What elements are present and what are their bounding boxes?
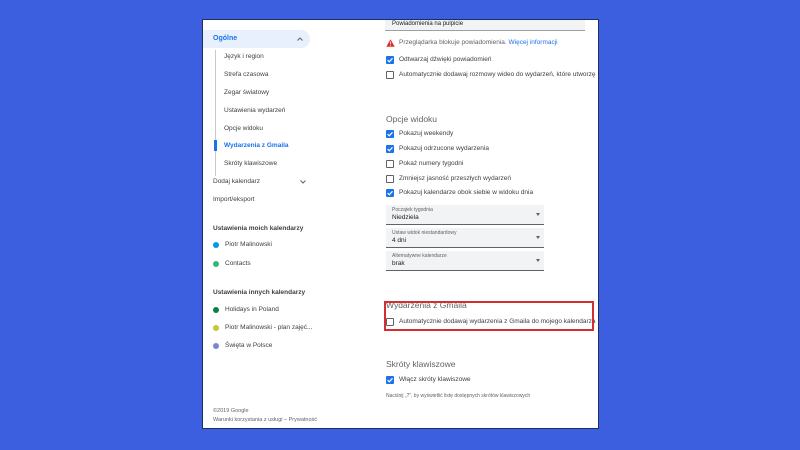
more-info-link[interactable]: Więcej informacji [509,39,558,46]
notification-select-value: Powiadomienia na pulpicie [392,21,464,27]
option-label: Automatycznie dodawaj rozmowy wideo do w… [399,71,596,78]
sidebar-item-world-clock[interactable]: Zegar światowy [224,89,269,96]
sidebar-item-timezone[interactable]: Strefa czasowa [224,71,268,78]
option-label: Zmniejsz jasność przeszłych wydarzeń [399,175,511,182]
shortcuts-title: Skróty klawiszowe [386,359,456,369]
option-label: Pokazuj weekendy [399,130,454,137]
option-label: Pokaż numery tygodni [399,160,464,167]
calendar-color-dot [213,343,219,349]
sidebar-item-language[interactable]: Język i region [224,53,264,60]
checkbox-checked[interactable] [386,56,394,64]
checkbox-checked[interactable] [386,189,394,197]
select-label: Początek tygodnia [392,207,433,213]
select-value: brak [392,260,405,267]
calendar-color-dot [213,325,219,331]
custom-view-select[interactable]: Ustaw widok niestandardowy 4 dni [386,228,544,248]
warning-icon [386,39,395,47]
settings-main: Powiadomienia na pulpicie Przeglądarka b… [378,20,598,428]
sidebar-item-add-calendar[interactable]: Dodaj kalendarz [213,178,260,185]
option-label: Pokazuj odrzucone wydarzenia [399,145,489,152]
notification-select[interactable]: Powiadomienia na pulpicie [385,20,585,31]
alternate-calendars-select[interactable]: Alternatywne kalendarze brak [386,251,544,271]
chevron-up-icon[interactable] [296,35,304,43]
calendar-item-label: Holidays in Poland [225,306,279,313]
select-value: Niedziela [392,214,419,221]
checkbox-unchecked[interactable] [386,71,394,79]
calendar-color-dot [213,261,219,267]
settings-sidebar: Ogólne Język i region Strefa czasowa Zeg… [203,20,323,428]
sidebar-item-general-label: Ogólne [213,35,238,42]
checkbox-checked[interactable] [386,130,394,138]
dropdown-arrow-icon [536,213,540,216]
footer-copyright: ©2019 Google [213,408,249,414]
sidebar-item-view-options[interactable]: Opcje widoku [224,125,263,132]
other-calendars-heading: Ustawienia innych kalendarzy [213,289,306,296]
calendar-item-label: Piotr Malinowski - plan zajęć... [225,324,313,331]
chevron-down-icon[interactable] [299,178,307,186]
calendar-item-label: Contacts [225,260,251,267]
calendar-item-label: Piotr Malinowski [225,241,272,248]
checkbox-checked[interactable] [386,145,394,153]
option-label: Pokazuj kalendarze obok siebie w widoku … [399,189,534,196]
sidebar-item-shortcuts[interactable]: Skróty klawiszowe [224,160,277,167]
sidebar-tree-line [215,50,216,176]
footer-links: Warunki korzystania z usługi – Prywatnoś… [213,417,317,423]
terms-link[interactable]: Warunki korzystania z usługi [213,417,283,423]
shortcuts-hint: Naciśnij „?”, by wyświetlić listę dostęp… [386,393,531,399]
dropdown-arrow-icon [536,259,540,262]
select-value: 4 dni [392,237,407,244]
privacy-link[interactable]: Prywatność [289,417,317,423]
checkbox-unchecked[interactable] [386,160,394,168]
checkbox-unchecked[interactable] [386,175,394,183]
option-label: Odtwarzaj dźwięki powiadomień [399,56,492,63]
option-label: Włącz skróty klawiszowe [399,376,471,383]
week-start-select[interactable]: Początek tygodnia Niedziela [386,205,544,225]
checkbox-checked[interactable] [386,376,394,384]
sidebar-item-import-export[interactable]: Import/eksport [213,196,255,203]
sidebar-item-event-settings[interactable]: Ustawienia wydarzeń [224,107,285,114]
select-label: Alternatywne kalendarze [392,253,447,259]
gmail-events-highlight-box [384,301,594,331]
sidebar-item-gmail-events[interactable]: Wydarzenia z Gmaila [224,142,289,149]
sidebar-item-general[interactable]: Ogólne [203,30,310,48]
my-calendars-heading: Ustawienia moich kalendarzy [213,225,304,232]
warning-text: Przeglądarka blokuje powiadomienia. [399,39,507,46]
active-indicator [214,140,217,151]
settings-window: Ogólne Język i region Strefa czasowa Zeg… [203,20,598,428]
calendar-item-label: Święta w Polsce [225,342,273,349]
calendar-color-dot [213,242,219,248]
calendar-color-dot [213,307,219,313]
dropdown-arrow-icon [536,236,540,239]
select-label: Ustaw widok niestandardowy [392,230,457,236]
view-options-title: Opcje widoku [386,114,438,124]
